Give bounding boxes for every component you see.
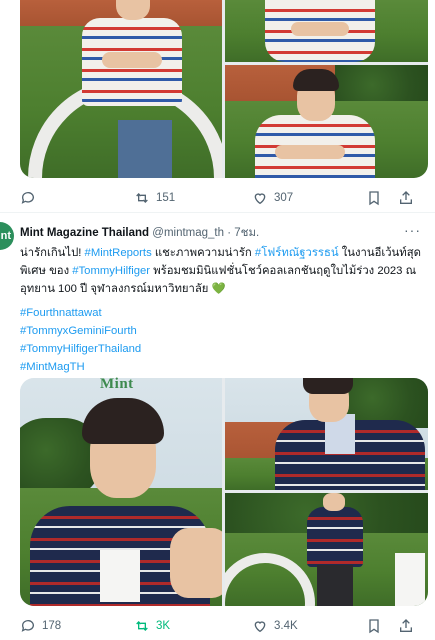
like-count: 3.4K <box>274 620 298 632</box>
prev-photo-3[interactable] <box>225 65 428 178</box>
hashtag-link[interactable]: #โฟร์ทณัฐวรรธน์ <box>255 247 339 259</box>
share-icon <box>400 191 412 204</box>
text-segment: แชะภาพความน่ารัก <box>151 247 255 259</box>
share-button[interactable] <box>398 614 414 638</box>
repost-count: 3K <box>156 620 171 632</box>
tweet-photo-1[interactable] <box>20 378 222 606</box>
tweet-actions: 178 3K 3.4K <box>20 614 427 638</box>
bookmark-button[interactable] <box>366 614 382 638</box>
avatar[interactable]: nt <box>0 222 14 250</box>
prev-photo-2[interactable] <box>225 0 428 62</box>
like-icon <box>254 621 266 633</box>
like-count: 307 <box>274 192 294 204</box>
bookmark-button[interactable] <box>366 186 382 210</box>
hashtag-link[interactable]: #TommyHilfigerThailand <box>20 340 141 358</box>
tweet-photo-2[interactable] <box>225 378 428 490</box>
bookmark-icon <box>369 191 379 206</box>
author-handle[interactable]: @mintmag_th <box>152 227 224 239</box>
hashtag-link[interactable]: #MintReports <box>85 247 152 259</box>
bookmark-icon <box>369 619 379 634</box>
reply-icon <box>21 192 34 204</box>
prev-photo-1[interactable] <box>20 0 222 178</box>
hashtag-link[interactable]: #TommyHilfiger <box>72 265 150 277</box>
like-icon <box>254 193 266 205</box>
repost-icon <box>136 193 148 203</box>
reply-icon <box>21 620 34 632</box>
divider <box>0 212 435 213</box>
prev-media-grid[interactable] <box>20 0 428 178</box>
author-name[interactable]: Mint Magazine Thailand <box>20 227 149 239</box>
hashtag-link[interactable]: #MintMagTH <box>20 358 141 376</box>
tweet-media-grid[interactable] <box>20 378 428 606</box>
text-segment: น่ารักเกินไป! <box>20 247 85 259</box>
share-icon <box>400 619 412 632</box>
tweet-text: น่ารักเกินไป! #MintReports แชะภาพความน่า… <box>20 244 425 298</box>
like-button[interactable]: 3.4K <box>252 614 298 638</box>
post-time[interactable]: · 7ชม. <box>227 227 259 239</box>
reply-button[interactable] <box>20 186 42 210</box>
repost-count: 151 <box>156 192 176 204</box>
repost-button[interactable]: 3K <box>134 614 170 638</box>
reply-count: 178 <box>42 620 62 632</box>
repost-button[interactable]: 151 <box>134 186 175 210</box>
prev-post-actions: 151 307 <box>20 186 427 210</box>
tweet-photo-3[interactable] <box>225 493 428 606</box>
like-button[interactable]: 307 <box>252 186 293 210</box>
share-button[interactable] <box>398 186 414 210</box>
hashtag-link[interactable]: #TommyxGeminiFourth <box>20 322 141 340</box>
hashtag-list: #Fourthnattawat #TommyxGeminiFourth #Tom… <box>20 304 141 376</box>
more-options-icon[interactable]: ··· <box>404 222 421 238</box>
hashtag-link[interactable]: #Fourthnattawat <box>20 304 141 322</box>
media-watermark: Mint <box>100 376 134 392</box>
repost-icon <box>136 621 148 631</box>
tweet-header: Mint Magazine Thailand @mintmag_th · 7ชม… <box>20 224 259 242</box>
reply-button[interactable]: 178 <box>20 614 61 638</box>
